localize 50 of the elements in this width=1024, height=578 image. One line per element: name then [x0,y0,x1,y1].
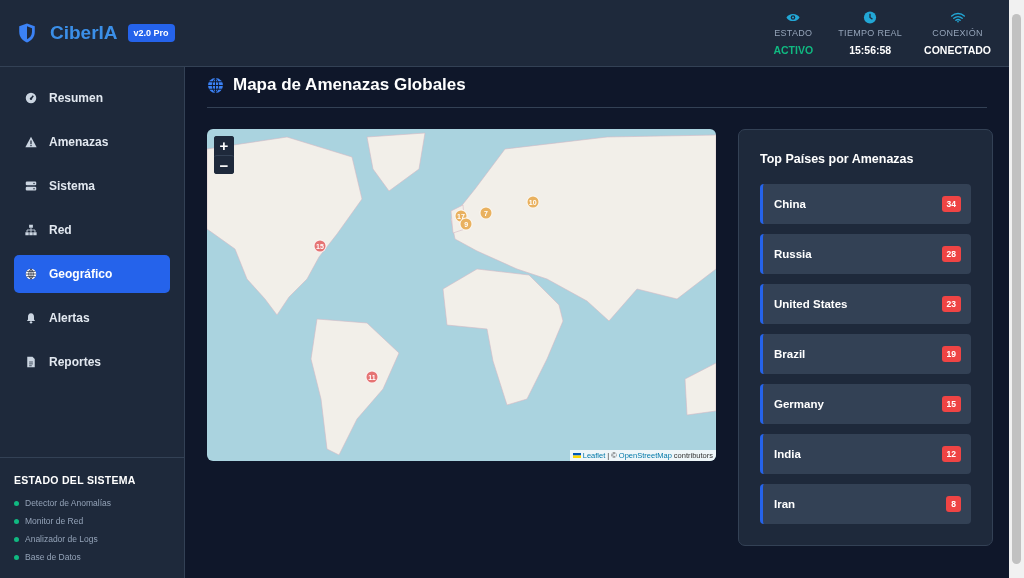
bell-icon [25,312,37,324]
country-name: Russia [774,248,812,260]
page-title: Mapa de Amenazas Globales [233,75,466,95]
status-value: ACTIVO [773,43,814,56]
country-name: India [774,448,801,460]
sidebar-item[interactable]: Red [14,211,170,249]
section-title: ESTADO DEL SISTEMA [14,474,137,486]
service-name: Base de Datos [25,552,81,562]
threat-count-badge: 34 [941,196,961,212]
threat-count-badge: 12 [941,446,961,462]
service-name: Detector de Anomalías [25,498,111,508]
zoom-out-button[interactable]: − [214,155,234,174]
sidebar-item[interactable]: Geográfico [14,255,170,293]
country-name: Germany [774,398,824,410]
status-label: CONEXIÓN [932,27,983,38]
globe-icon [207,76,224,94]
status-value: 15:56:58 [849,43,892,56]
network-icon [25,224,37,236]
threat-count-badge: 15 [941,396,961,412]
threat-count-badge: 28 [941,246,961,262]
panel-title: Top Países por Amenazas [760,152,915,166]
wifi-icon [950,10,965,24]
country-name: China [774,198,806,210]
sidebar-item[interactable]: Sistema [14,167,170,205]
sidebar-item[interactable]: Resumen [14,79,170,117]
service-name: Monitor de Red [25,516,84,526]
threat-count-badge: 19 [941,346,961,362]
scrollbar[interactable] [1009,0,1024,578]
status-value: CONECTADO [924,43,991,56]
file-icon [25,356,37,368]
status-label: TIEMPO REAL [838,27,903,38]
app-title: CiberIA [50,22,118,44]
warning-icon [25,136,37,148]
status-label: ESTADO [774,27,813,38]
sidebar-item[interactable]: Alertas [14,299,170,337]
sidebar-item[interactable]: Reportes [14,343,170,381]
flag-icon [572,453,581,458]
sidebar-item[interactable]: Amenazas [14,123,170,161]
country-name: United States [774,298,848,310]
threat-count-badge: 8 [946,496,961,512]
country-name: Iran [774,498,796,510]
server-icon [25,180,37,192]
clock-icon [863,10,878,24]
country-name: Brazil [774,348,806,360]
service-name: Analizador de Logs [25,534,98,544]
globe-icon [25,268,37,280]
version-badge: v2.0 Pro [127,24,175,42]
gauge-icon [25,92,37,104]
shield-icon [18,23,36,43]
threat-count-badge: 23 [941,296,961,312]
